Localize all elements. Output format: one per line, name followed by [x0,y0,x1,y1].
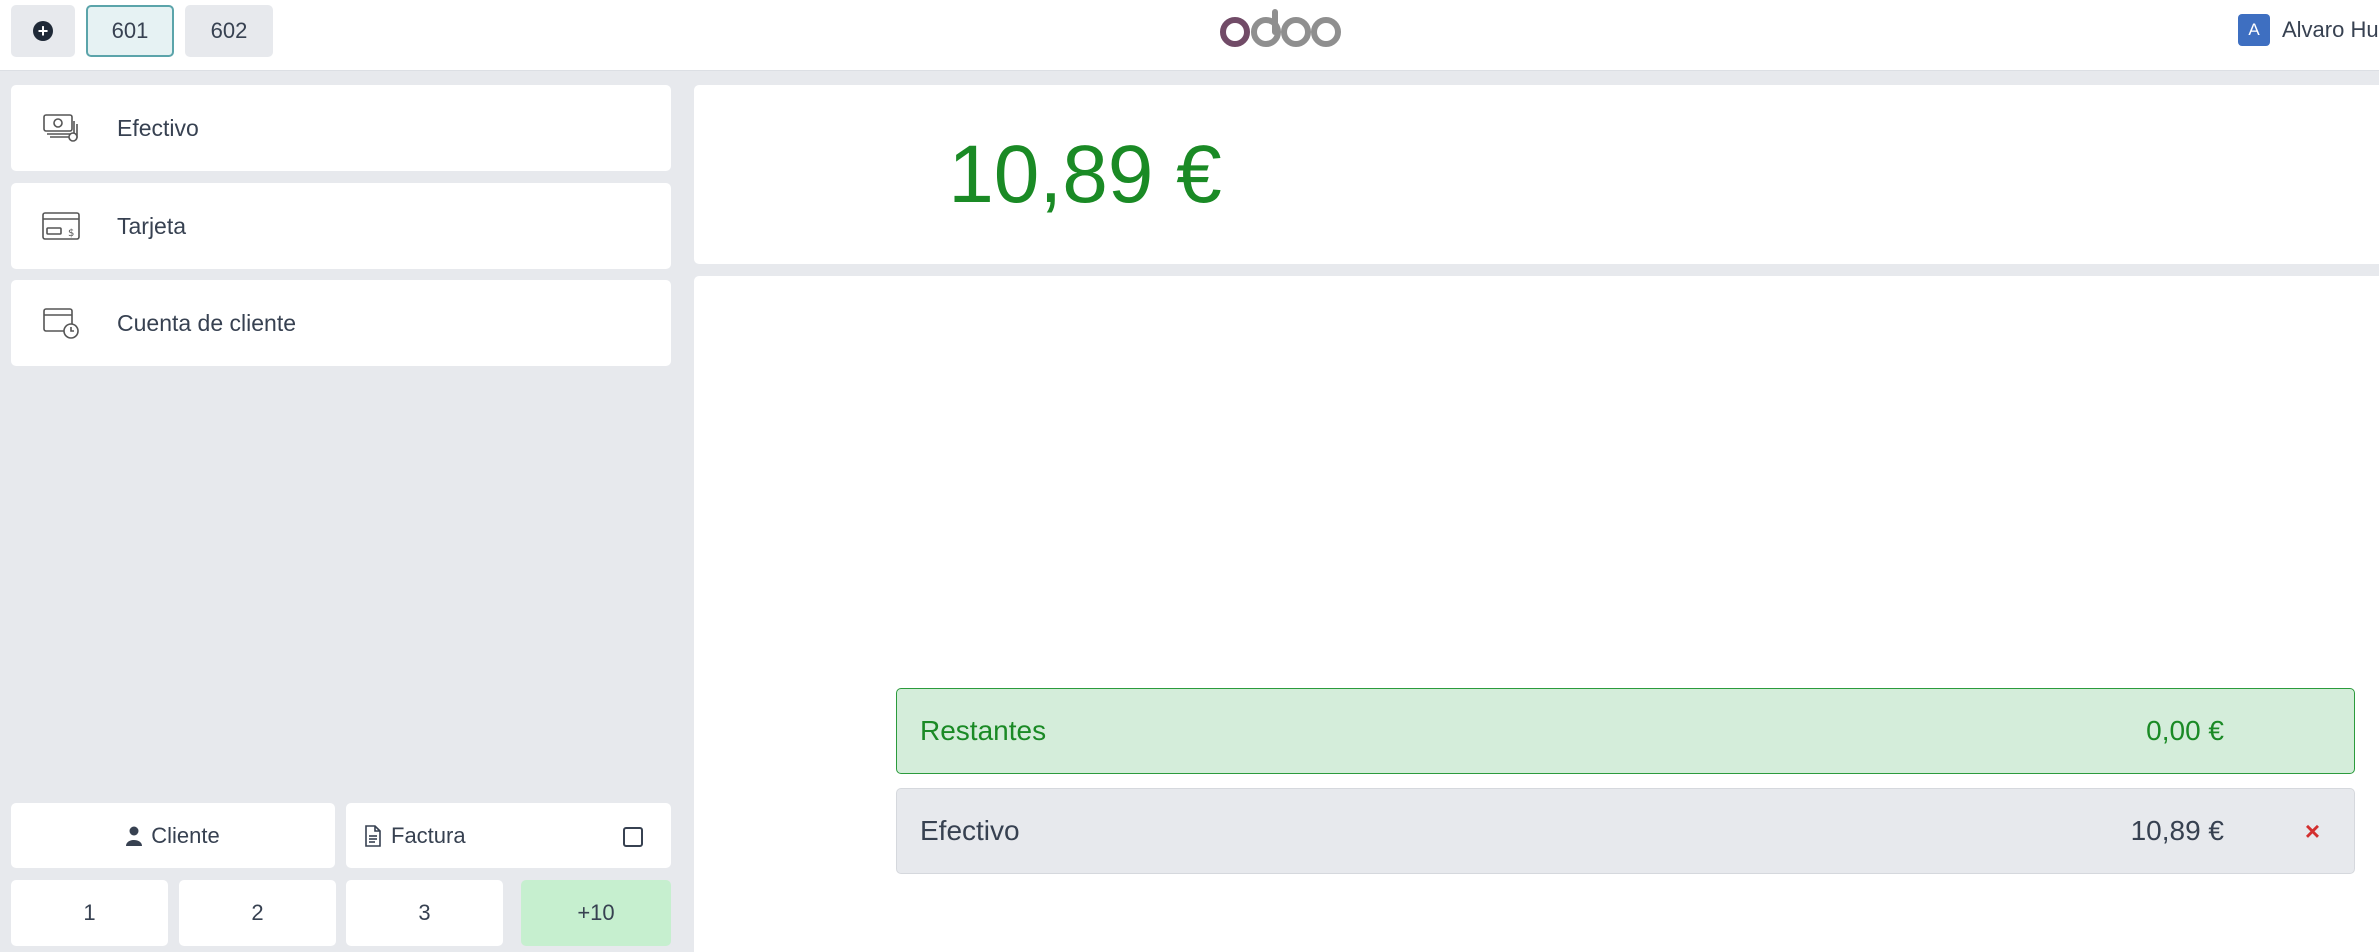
order-tab-label: 602 [210,18,248,43]
total-amount: 10,89 € [948,129,1222,220]
remaining-amount: 0,00 € [2146,715,2224,746]
numpad-key-plus-10[interactable]: +10 [521,880,671,946]
numpad-key-2[interactable]: 2 [179,880,336,946]
document-icon [365,824,381,847]
payment-method-customer-account[interactable]: Cuenta de cliente [11,280,671,366]
plus-circle-icon: + [33,21,53,41]
user-icon [126,826,143,846]
user-menu[interactable]: A Alvaro Hu [2238,14,2379,46]
order-tab-602[interactable]: 602 [185,5,273,57]
payment-line-label: Efectivo [920,815,1020,846]
invoice-checkbox[interactable] [623,827,643,847]
avatar: A [2238,14,2270,46]
invoice-button[interactable]: Factura [346,803,671,868]
order-tab-601[interactable]: 601 [86,5,174,57]
delete-line-icon[interactable]: × [2305,816,2320,847]
new-order-button[interactable]: + [11,5,75,57]
user-name: Alvaro Hu [2282,17,2379,42]
numpad-key-1[interactable]: 1 [11,880,168,946]
invoice-button-label: Factura [391,822,466,848]
customer-account-icon [41,303,81,343]
payment-line-cash[interactable]: Efectivo 10,89 € × [896,788,2355,874]
payment-line-amount: 10,89 € [2130,815,2224,846]
order-tab-label: 601 [111,18,149,43]
numpad-key-3[interactable]: 3 [346,880,503,946]
remaining-label: Restantes [920,715,1047,746]
odoo-logo [1218,8,1343,59]
remaining-line: Restantes 0,00 € [896,688,2355,774]
svg-text:$: $ [68,228,74,239]
customer-button[interactable]: Cliente [11,803,335,868]
payment-method-label: Cuenta de cliente [117,309,297,336]
top-bar: + 601 602 A Alvaro Hu [0,0,2379,71]
customer-button-label: Cliente [151,822,220,848]
